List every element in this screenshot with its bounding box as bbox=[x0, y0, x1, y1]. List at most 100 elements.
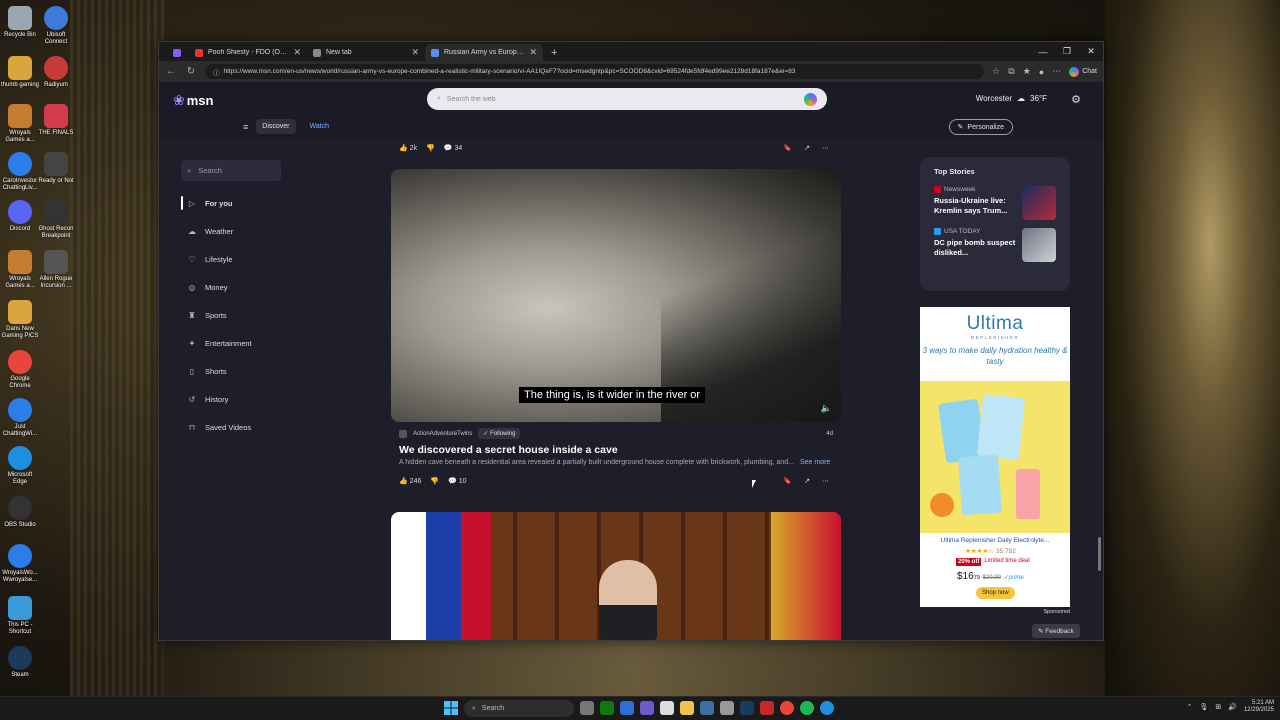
web-search-input[interactable]: ⌕ Search the web bbox=[427, 88, 827, 110]
network-icon[interactable]: ⊞ bbox=[1215, 703, 1221, 711]
split-screen-icon[interactable]: ⧉ bbox=[1008, 66, 1014, 77]
close-tab-icon[interactable]: ✕ bbox=[411, 47, 419, 58]
refresh-icon[interactable]: ↻ bbox=[185, 66, 197, 77]
desktop-icon[interactable]: Discord bbox=[0, 200, 40, 233]
share-icon[interactable]: ↗ bbox=[804, 144, 810, 152]
desktop-icon[interactable]: CaroInvestor ChattingLiv... bbox=[0, 152, 40, 192]
weather-widget[interactable]: Worcester ☁ 36°F bbox=[976, 94, 1047, 103]
msn-logo[interactable]: ❀ msn bbox=[173, 92, 213, 109]
sidebar-item-saved-videos[interactable]: ⊓ Saved Videos bbox=[181, 413, 291, 441]
shop-now-button[interactable]: Shop now bbox=[976, 587, 1015, 599]
video-title[interactable]: We discovered a secret house inside a ca… bbox=[399, 444, 841, 456]
dislike-icon[interactable]: 👎 bbox=[430, 477, 439, 485]
edge-icon[interactable] bbox=[820, 701, 834, 715]
desktop-icon[interactable]: THE FINALS bbox=[36, 104, 76, 137]
settings-icon[interactable] bbox=[720, 701, 734, 715]
more-options-icon[interactable]: ⋯ bbox=[822, 144, 829, 152]
desktop-icon[interactable]: Allen Rogue Incursion ... bbox=[36, 250, 76, 290]
desktop-icon[interactable]: OBS Studio bbox=[0, 496, 40, 529]
store-icon[interactable] bbox=[700, 701, 714, 715]
desktop-icon[interactable]: Google Chrome bbox=[0, 350, 40, 390]
desktop-icon[interactable]: Steam bbox=[0, 646, 40, 679]
chevron-up-icon[interactable]: ⌃ bbox=[1187, 703, 1193, 711]
url-field[interactable]: ⓘ https://www.msn.com/en-us/news/world/r… bbox=[205, 64, 985, 79]
taskbar-search-input[interactable]: ⌕ Search bbox=[464, 700, 574, 717]
tab-new-tab[interactable]: New tab ✕ bbox=[307, 44, 425, 61]
task-view-icon[interactable] bbox=[580, 701, 594, 715]
desktop-icon[interactable]: Wroyals Games a... bbox=[0, 104, 40, 144]
favorite-star-icon[interactable]: ☆ bbox=[992, 66, 1000, 77]
sidebar-item-for-you[interactable]: ▷ For you bbox=[181, 189, 291, 217]
comments-button[interactable]: 💬 34 bbox=[444, 144, 462, 152]
tab-youtube[interactable]: Pooh Shiesty - FDO (Official Music...✕ bbox=[189, 44, 307, 61]
sponsored-ad[interactable]: Ultima REPLENISHER 3 ways to make daily … bbox=[920, 307, 1070, 607]
close-window-button[interactable]: ✕ bbox=[1079, 42, 1103, 61]
sidebar-item-sports[interactable]: ♜ Sports bbox=[181, 301, 291, 329]
like-button[interactable]: 👍 246 bbox=[399, 477, 421, 485]
desktop-icon[interactable]: Ghost Recon Breakpoint bbox=[36, 200, 76, 240]
sidebar-item-money[interactable]: ◎ Money bbox=[181, 273, 291, 301]
spotify-icon[interactable] bbox=[800, 701, 814, 715]
desktop-icon[interactable]: Ready or Not bbox=[36, 152, 76, 185]
comments-button[interactable]: 💬 10 bbox=[448, 477, 466, 485]
more-options-icon[interactable]: ⋯ bbox=[822, 477, 829, 485]
desktop-icon[interactable]: WroyalsWo... Wwroyalse... bbox=[0, 544, 40, 584]
desktop-icon[interactable]: Dans New Gaming PICS bbox=[0, 300, 40, 340]
hamburger-menu-icon[interactable]: ≡ bbox=[243, 122, 248, 132]
desktop-icon[interactable]: Just ChattingWi... bbox=[0, 398, 40, 438]
meet-icon[interactable] bbox=[620, 701, 634, 715]
save-bookmark-icon[interactable]: 🔖 bbox=[783, 477, 792, 485]
tab-pinned[interactable] bbox=[167, 44, 189, 61]
notepad-icon[interactable] bbox=[660, 701, 674, 715]
chrome-icon[interactable] bbox=[780, 701, 794, 715]
steam-icon[interactable] bbox=[740, 701, 754, 715]
sidebar-item-entertainment[interactable]: ✦ Entertainment bbox=[181, 329, 291, 357]
back-icon[interactable]: ← bbox=[165, 66, 177, 77]
copilot-chat-button[interactable]: Chat bbox=[1069, 66, 1097, 77]
next-video-thumbnail[interactable] bbox=[391, 512, 841, 640]
media-icon[interactable] bbox=[760, 701, 774, 715]
personalize-button[interactable]: ✎ Personalize bbox=[948, 119, 1013, 135]
close-tab-icon[interactable]: ✕ bbox=[293, 47, 301, 58]
settings-gear-icon[interactable]: ⚙ bbox=[1071, 93, 1081, 106]
story-item[interactable]: USA TODAY DC pipe bomb suspect disliked.… bbox=[934, 228, 1056, 262]
volume-icon[interactable]: 🔈 bbox=[821, 403, 832, 414]
volume-icon[interactable]: 🔊 bbox=[1228, 703, 1237, 711]
tab-watch[interactable]: Watch bbox=[304, 119, 336, 134]
desktop-icon[interactable]: Radiyum bbox=[36, 56, 76, 89]
feedback-button[interactable]: ✎ Feedback bbox=[1032, 624, 1080, 638]
close-tab-icon[interactable]: ✕ bbox=[529, 47, 537, 58]
dislike-icon[interactable]: 👎 bbox=[426, 144, 435, 152]
favorites-icon[interactable]: ★ bbox=[1023, 66, 1031, 77]
microphone-icon[interactable]: 🎙 bbox=[1199, 703, 1208, 711]
tab-msn-video[interactable]: Russian Army vs Europe Comb...✕ bbox=[425, 44, 543, 61]
like-button[interactable]: 👍 2k bbox=[399, 144, 417, 152]
clock[interactable]: 5:21 AM 12/29/2025 bbox=[1244, 700, 1274, 714]
new-tab-button[interactable]: + bbox=[543, 47, 565, 61]
minimize-button[interactable]: — bbox=[1031, 42, 1055, 61]
desktop-icon[interactable]: This PC - Shortcut bbox=[0, 596, 40, 636]
sidebar-item-shorts[interactable]: ▯ Shorts bbox=[181, 357, 291, 385]
following-button[interactable]: ✓ Following bbox=[478, 428, 521, 439]
tab-discover[interactable]: Discover bbox=[256, 119, 296, 134]
site-info-icon[interactable]: ⓘ bbox=[213, 67, 220, 77]
sidebar-item-history[interactable]: ↺ History bbox=[181, 385, 291, 413]
maximize-button[interactable]: ❐ bbox=[1055, 42, 1079, 61]
see-more-link[interactable]: See more bbox=[800, 459, 830, 466]
copilot-icon[interactable] bbox=[804, 92, 817, 106]
sidebar-item-weather[interactable]: ☁ Weather bbox=[181, 217, 291, 245]
windows-start-icon[interactable] bbox=[444, 701, 458, 715]
publisher-name[interactable]: ActionAdventureTwins bbox=[413, 431, 472, 437]
video-player[interactable]: The thing is, is it wider in the river o… bbox=[391, 169, 841, 422]
desktop-icon[interactable]: Ubisoft Connect bbox=[36, 6, 76, 46]
file-explorer-icon[interactable] bbox=[680, 701, 694, 715]
page-scrollbar[interactable] bbox=[1098, 537, 1101, 571]
sidebar-search-input[interactable]: ⌕ Search bbox=[181, 160, 281, 181]
desktop-icon[interactable]: thumb gaming bbox=[0, 56, 40, 89]
more-menu-icon[interactable]: ⋯ bbox=[1052, 66, 1061, 77]
profile-icon[interactable]: ● bbox=[1039, 67, 1044, 77]
desktop-icon[interactable]: Recycle Bin bbox=[0, 6, 40, 39]
share-icon[interactable]: ↗ bbox=[804, 477, 810, 485]
xbox-icon[interactable] bbox=[600, 701, 614, 715]
story-item[interactable]: Newsweek Russia-Ukraine live: Kremlin sa… bbox=[934, 186, 1056, 220]
